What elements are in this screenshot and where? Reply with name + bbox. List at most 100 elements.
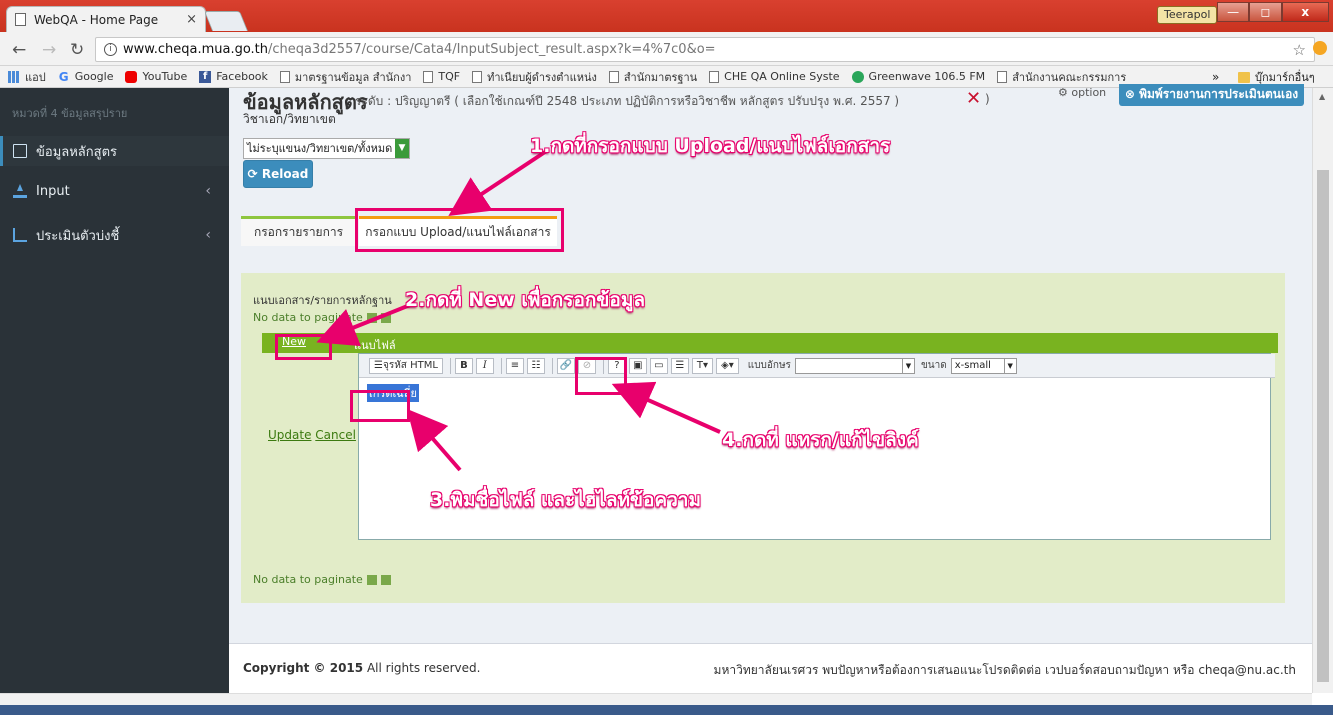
sidebar-item-label: Input <box>36 183 70 199</box>
bookmark-item[interactable]: ทำเนียบผู้ดำรงตำแหน่ง <box>472 68 597 86</box>
size-label: ขนาด <box>920 360 947 371</box>
font-select[interactable]: ▼ <box>794 357 915 374</box>
tab-close-icon[interactable]: × <box>186 12 197 27</box>
image-icon[interactable]: ▣ <box>628 357 647 374</box>
gear-icon: ⚙ <box>1058 86 1072 99</box>
bookmark-item[interactable]: มาตรฐานข้อมูล สำนักงา <box>279 68 412 86</box>
option-link[interactable]: ⚙ option <box>1058 86 1106 99</box>
bookmark-item[interactable]: สำนักงานคณะกรรมการ <box>997 68 1126 86</box>
close-x-icon[interactable]: ✕ <box>966 88 981 109</box>
annotation-step3: 3.พิมชื่อไฟล์ และไฮไลท์ข้อความ <box>430 489 702 511</box>
minimize-button[interactable]: — <box>1217 2 1250 22</box>
major-campus-label: วิชาเอก/วิทยาเขต <box>243 112 336 126</box>
editor-toolbar: ☰ จุรหัส HTML B I ≡ ☷ 🔗 ⊘ ? ▣ ▭ ☰ T▾ ◈▾ … <box>359 354 1275 378</box>
subtitle-paren: ) <box>985 92 990 106</box>
toolbar-separator <box>449 357 451 374</box>
next-page-icon[interactable] <box>380 575 391 585</box>
new-tab-button[interactable] <box>203 11 249 31</box>
scrollbar-thumb[interactable] <box>1317 170 1329 682</box>
browser-tab[interactable]: WebQA - Home Page × <box>6 6 206 32</box>
rule-icon[interactable]: ☰ <box>670 357 689 374</box>
horizontal-scrollbar[interactable] <box>0 693 1312 705</box>
line-chart-icon <box>13 228 27 242</box>
copyright: Copyright © 2015 All rights reserved. <box>243 661 480 675</box>
folder-icon <box>1238 71 1250 83</box>
page-icon <box>15 13 26 26</box>
prev-page-icon[interactable] <box>366 575 377 585</box>
bookmark-item[interactable]: f Facebook <box>199 70 268 83</box>
size-value: x-small <box>954 360 991 371</box>
next-page-icon[interactable] <box>380 313 391 323</box>
reload-icon[interactable]: ↻ <box>70 40 84 60</box>
insert-link-icon[interactable]: 🔗 <box>556 357 575 374</box>
bookmark-item[interactable]: แอป <box>8 68 46 86</box>
copyright-bold: Copyright © 2015 <box>243 661 364 675</box>
tab-item-list[interactable]: กรอกรายรายการ <box>241 216 356 246</box>
print-report-button[interactable]: ⊗ พิมพ์รายงานการประเมินตนเอง <box>1119 84 1304 106</box>
ordered-list-icon[interactable]: ≡ <box>505 357 524 374</box>
url-path: /cheqa3d2557/course/Cata4/InputSubject_r… <box>268 42 716 57</box>
chevron-left-icon: ‹ <box>205 183 211 199</box>
window-controls: — ◻ x <box>1217 2 1329 22</box>
bookmark-label: สำนักมาตรฐาน <box>623 70 698 84</box>
reload-label: Reload <box>261 167 309 181</box>
select-value: ไม่ระบุแขนง/วิทยาเขต/ทั้งหมด <box>247 142 393 155</box>
documents-label: แนบเอกสาร/รายการหลักฐาน <box>253 294 392 307</box>
table-icon[interactable]: ▭ <box>649 357 668 374</box>
italic-icon[interactable]: I <box>475 357 494 374</box>
update-link[interactable]: Update <box>268 428 311 442</box>
greenwave-icon <box>851 70 864 83</box>
scroll-up-icon[interactable]: ▲ <box>1319 92 1325 101</box>
font-label: แบบอักษร <box>747 360 791 371</box>
text-color-icon[interactable]: T▾ <box>691 357 714 374</box>
star-icon[interactable]: ☆ <box>1293 41 1306 59</box>
file-icon <box>13 144 27 158</box>
page-subtitle: ระดับ : ปริญญาตรี ( เลือกใช้เกณฑ์ปี 2548… <box>355 94 900 108</box>
bookmark-item[interactable]: TQF <box>423 70 460 83</box>
bookmark-item[interactable]: สำนักมาตรฐาน <box>608 68 698 86</box>
highlight-new-link <box>275 334 332 360</box>
reload-button[interactable]: ⟳ Reload <box>243 160 313 188</box>
sidebar-item-input[interactable]: Input ‹ <box>0 176 229 206</box>
sidebar-section-title: หมวดที่ 4 ข้อมูลสรุปราย <box>12 107 128 120</box>
bookmark-item[interactable]: YouTube <box>125 70 187 83</box>
url-input[interactable]: i www.cheqa.mua.go.th /cheqa3d2557/cours… <box>95 37 1315 62</box>
vertical-scrollbar[interactable]: ▲ <box>1312 88 1333 693</box>
bold-icon[interactable]: B <box>454 357 473 374</box>
html-source-button[interactable]: ☰ จุรหัส HTML <box>369 357 443 374</box>
pager-top: No data to paginate <box>253 311 391 324</box>
page-icon <box>279 70 290 83</box>
bookmark-item[interactable]: CHE QA Online Syste <box>709 70 840 83</box>
close-window-button[interactable]: x <box>1281 2 1329 22</box>
page-icon <box>472 70 483 83</box>
taskbar <box>0 705 1333 715</box>
pager-bottom: No data to paginate <box>253 573 391 586</box>
extension-icon[interactable] <box>1313 41 1327 55</box>
prev-page-icon[interactable] <box>366 313 377 323</box>
size-select[interactable]: x-small ▼ <box>950 357 1017 374</box>
page-icon <box>423 70 434 83</box>
footer: Copyright © 2015 All rights reserved. มห… <box>229 643 1312 693</box>
bookmark-label: CHE QA Online Syste <box>724 70 840 83</box>
sidebar-item-evaluate[interactable]: ประเมินตัวบ่งชี้ ‹ <box>0 220 229 250</box>
maximize-button[interactable]: ◻ <box>1249 2 1282 22</box>
print-label: พิมพ์รายงานการประเมินตนเอง <box>1139 87 1299 101</box>
highlight-color-icon[interactable]: ◈▾ <box>716 357 739 374</box>
sidebar-item-course-info[interactable]: ข้อมูลหลักสูตร <box>0 136 229 166</box>
sidebar-item-label: ประเมินตัวบ่งชี้ <box>36 228 120 244</box>
bullet-list-icon[interactable]: ☷ <box>526 357 545 374</box>
bookmark-item[interactable]: Greenwave 106.5 FM <box>851 70 985 83</box>
browser-titlebar: WebQA - Home Page × Teerapol — ◻ x <box>0 0 1333 32</box>
back-arrow-icon[interactable]: ← <box>12 40 26 60</box>
bookmark-label: มาตรฐานข้อมูล สำนักงา <box>294 70 412 84</box>
forward-arrow-icon[interactable]: → <box>42 40 56 60</box>
user-badge[interactable]: Teerapol <box>1157 6 1218 24</box>
page-icon <box>709 70 720 83</box>
info-icon[interactable]: i <box>104 43 117 56</box>
edit-actions: Update Cancel <box>268 428 356 442</box>
chevron-down-icon: ▼ <box>1003 358 1016 373</box>
tab-title: WebQA - Home Page <box>34 12 159 27</box>
cancel-link[interactable]: Cancel <box>315 428 356 442</box>
campus-select[interactable]: ไม่ระบุแขนง/วิทยาเขต/ทั้งหมด ▼ <box>243 138 410 159</box>
bookmark-item[interactable]: G Google <box>58 70 114 83</box>
